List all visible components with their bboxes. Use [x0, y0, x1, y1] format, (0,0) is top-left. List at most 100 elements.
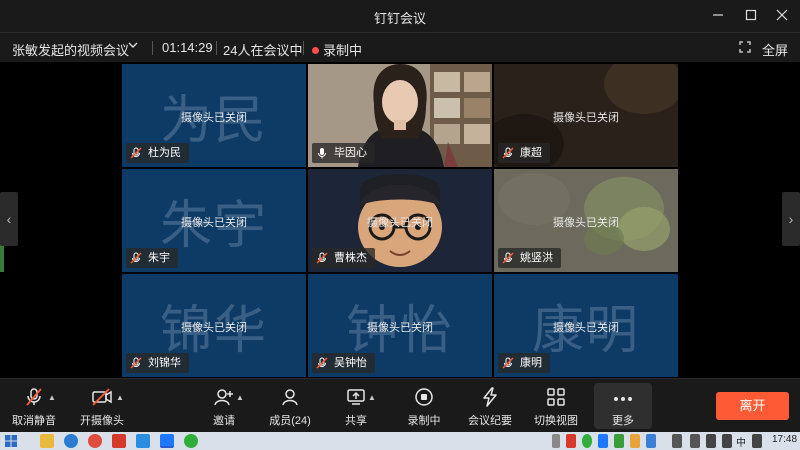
camera-label: 开摄像头 [80, 415, 124, 427]
fullscreen-icon[interactable] [739, 41, 751, 56]
participant-namebar: 毕因心 [312, 143, 375, 163]
leave-button[interactable]: 离开 [716, 392, 789, 420]
title-bar: 钉钉会议 [0, 0, 800, 32]
mic-muted-icon [130, 252, 142, 264]
participant-grid: 为民 摄像头已关闭 杜为民 毕因心 摄像头已关闭 康超 朱宇 摄像头已关闭 朱宇… [122, 64, 678, 378]
share-button[interactable]: 共享 [336, 379, 376, 433]
mic-muted-icon [502, 147, 514, 159]
camera-button[interactable]: 开摄像头 [76, 379, 128, 433]
wechat-icon[interactable] [184, 434, 198, 448]
close-icon[interactable] [772, 6, 792, 26]
participant-namebar: 康超 [498, 143, 550, 163]
participant-tile[interactable]: 锦华 摄像头已关闭 刘锦华 [122, 274, 306, 377]
grid-view-icon [546, 387, 566, 410]
participant-tile[interactable]: 朱宇 摄像头已关闭 朱宇 [122, 169, 306, 272]
tray-app-icon[interactable] [690, 434, 700, 448]
chrome-browser-icon[interactable] [88, 434, 102, 448]
participant-tile[interactable]: 康明 摄像头已关闭 康明 [494, 274, 678, 377]
record-icon [414, 387, 434, 410]
switch-view-label: 切换视图 [534, 415, 578, 427]
mic-muted-icon [502, 357, 514, 369]
participant-namebar: 姚竖洪 [498, 248, 561, 268]
camera-off-label: 摄像头已关闭 [181, 322, 247, 334]
fullscreen-label[interactable]: 全屏 [762, 40, 788, 59]
tray-app-icon[interactable] [630, 434, 640, 448]
volume-icon[interactable] [722, 434, 732, 448]
record-button[interactable]: 录制中 [402, 379, 446, 433]
ime-indicator[interactable]: 中 [736, 434, 746, 449]
tray-shield-icon[interactable] [614, 434, 624, 448]
mic-muted-icon [130, 357, 142, 369]
more-dots-icon [612, 389, 634, 412]
switch-view-button[interactable]: 切换视图 [532, 379, 580, 433]
wifi-icon[interactable] [706, 434, 716, 448]
window-title: 钉钉会议 [373, 11, 426, 26]
chevron-down-icon[interactable]: ▲ [236, 393, 244, 402]
participant-name: 吴钟怡 [334, 357, 367, 369]
participant-name: 毕因心 [334, 147, 367, 159]
tray-icon[interactable] [552, 434, 560, 448]
participant-name: 曹株杰 [334, 252, 367, 264]
unmute-button[interactable]: 取消静音 [8, 379, 60, 433]
meeting-title[interactable]: 张敏发起的视频会议 [12, 40, 129, 59]
minutes-button[interactable]: 会议纪要 [466, 379, 514, 433]
chevron-down-icon[interactable]: ▲ [368, 393, 376, 402]
minutes-label: 会议纪要 [468, 415, 512, 427]
participant-tile[interactable]: 摄像头已关闭 姚竖洪 [494, 169, 678, 272]
participant-tile[interactable]: 为民 摄像头已关闭 杜为民 [122, 64, 306, 167]
dingtalk-icon[interactable] [160, 434, 174, 448]
participant-tile-video[interactable]: 毕因心 [308, 64, 492, 167]
participant-name: 康明 [520, 357, 542, 369]
prev-page-button[interactable]: ‹ [0, 192, 18, 246]
invite-button[interactable]: 邀请 [202, 379, 246, 433]
wps-icon[interactable] [112, 434, 126, 448]
participant-namebar: 康明 [498, 353, 550, 373]
participant-tile[interactable]: 摄像头已关闭 康超 [494, 64, 678, 167]
participant-name: 姚竖洪 [520, 252, 553, 264]
chevron-down-icon[interactable]: ▲ [116, 393, 124, 402]
next-page-button[interactable]: › [782, 192, 800, 246]
mic-muted-icon [316, 252, 328, 264]
user-icon [280, 387, 300, 410]
participant-name: 刘锦华 [148, 357, 181, 369]
windows-start-icon[interactable] [4, 434, 18, 448]
camera-off-icon [91, 387, 113, 410]
camera-off-label: 摄像头已关闭 [367, 217, 433, 229]
tray-app-icon[interactable] [672, 434, 682, 448]
participants-status: 24人在会议中 [223, 43, 303, 58]
chevron-down-icon[interactable]: ▲ [48, 393, 56, 402]
participant-tile[interactable]: 钟怡 摄像头已关闭 吴钟怡 [308, 274, 492, 377]
camera-off-label: 摄像头已关闭 [553, 322, 619, 334]
app-icon[interactable] [136, 434, 150, 448]
camera-off-label: 摄像头已关闭 [367, 322, 433, 334]
members-button[interactable]: 成员(24) [264, 379, 316, 433]
tray-wechat-icon[interactable] [582, 434, 592, 448]
clock[interactable]: 17:48 [772, 434, 797, 445]
participant-namebar: 杜为民 [126, 143, 189, 163]
record-label: 录制中 [407, 415, 441, 427]
participant-namebar: 曹株杰 [312, 248, 375, 268]
ie-browser-icon[interactable] [64, 434, 78, 448]
participant-namebar: 刘锦华 [126, 353, 189, 373]
members-label: 成员(24) [269, 415, 311, 427]
maximize-icon[interactable] [741, 6, 761, 26]
camera-off-label: 摄像头已关闭 [553, 112, 619, 124]
more-button[interactable]: 更多 [594, 383, 652, 429]
share-screen-icon [346, 387, 366, 410]
tray-dingtalk-icon[interactable] [598, 434, 608, 448]
invite-label: 邀请 [213, 415, 235, 427]
participant-name: 朱宇 [148, 252, 170, 264]
file-explorer-icon[interactable] [40, 434, 54, 448]
meeting-toolbar: 取消静音 ▲ 开摄像头 ▲ 邀请 ▲ 成员(24) 共享 ▲ 录制中 会议纪要 … [0, 378, 800, 432]
mic-muted-icon [316, 357, 328, 369]
recording-label: 录制中 [323, 43, 363, 58]
chevron-down-icon[interactable] [127, 39, 139, 54]
participant-tile[interactable]: 摄像头已关闭 曹株杰 [308, 169, 492, 272]
tray-wps-icon[interactable] [566, 434, 576, 448]
tray-app-icon[interactable] [646, 434, 656, 448]
add-user-icon [214, 387, 234, 410]
keyboard-icon[interactable] [752, 434, 762, 448]
minimize-icon[interactable] [708, 6, 728, 26]
mic-muted-icon [24, 387, 44, 410]
share-label: 共享 [345, 415, 367, 427]
